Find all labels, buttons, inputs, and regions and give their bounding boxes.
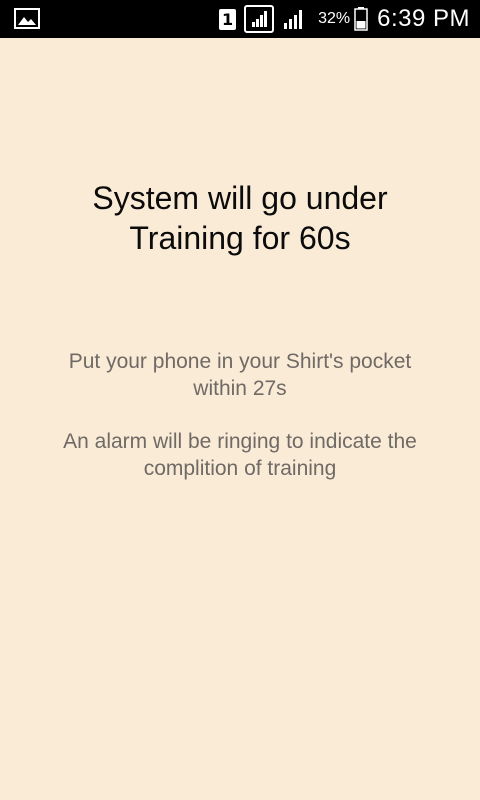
battery-percent: 32% [318, 10, 351, 27]
alarm-notice-line-2: complition of training [143, 457, 337, 480]
title-line-1: System will go under [92, 180, 388, 216]
alarm-notice-line-1: An alarm will be ringing to indicate the [63, 430, 417, 453]
pocket-instruction: Put your phone in your Shirt's pocket wi… [0, 348, 480, 402]
pocket-instruction-line-1: Put your phone in your Shirt's pocket [68, 350, 412, 373]
signal-strength-icon [244, 5, 275, 33]
status-icons: 1 32% 6:39 PM [219, 0, 480, 38]
status-bar: 1 32% 6:39 PM [0, 0, 480, 38]
battery-icon [354, 7, 368, 31]
training-title: System will go under Training for 60s [0, 178, 480, 258]
pocket-instruction-line-2: within 27s [193, 377, 287, 400]
training-screen: System will go under Training for 60s Pu… [0, 38, 480, 800]
signal-strength-secondary-icon [282, 7, 308, 31]
alarm-notice: An alarm will be ringing to indicate the… [0, 428, 480, 482]
status-time: 6:39 PM [377, 5, 470, 32]
image-icon [14, 8, 40, 29]
title-line-2: Training for 60s [129, 220, 351, 256]
sim-icon: 1 [219, 8, 237, 30]
